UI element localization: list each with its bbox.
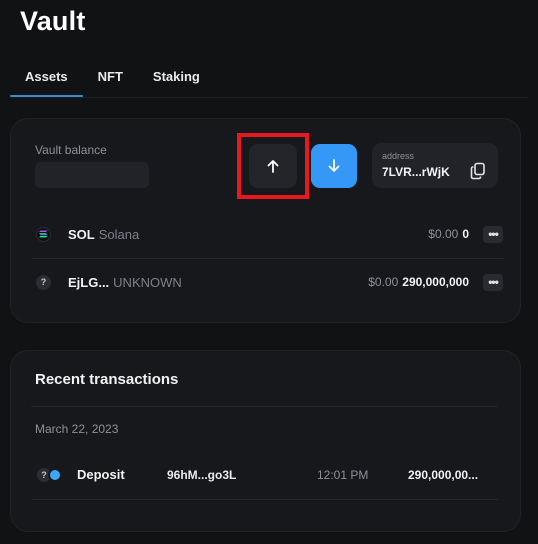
asset-symbol: EjLG... — [68, 274, 110, 290]
tab-staking[interactable]: Staking — [138, 64, 215, 98]
arrow-up-icon — [267, 160, 279, 173]
transaction-address: 96hM...go3L — [167, 468, 237, 482]
unknown-token-icon: ? — [36, 274, 51, 290]
tab-nft[interactable]: NFT — [83, 64, 138, 98]
asset-name: UNKNOWN — [113, 274, 182, 290]
row-divider — [31, 499, 498, 500]
more-options-button[interactable]: ••• — [483, 225, 503, 243]
vault-address[interactable]: address 7LVR...rWjK — [372, 143, 498, 188]
ellipsis-icon: ••• — [488, 227, 499, 241]
receive-button[interactable] — [311, 144, 357, 188]
transaction-token-icons: ? — [37, 468, 67, 483]
asset-symbol: SOL — [68, 226, 95, 242]
recent-transactions-card: Recent transactions March 22, 2023 ? Dep… — [10, 350, 521, 532]
section-divider — [31, 406, 498, 407]
address-label: address — [382, 151, 415, 161]
arrow-down-icon — [328, 159, 340, 172]
transaction-amount: 290,000,00... — [408, 468, 479, 482]
ellipsis-icon: ••• — [488, 275, 499, 289]
asset-amount: 290,000,000 — [402, 275, 469, 289]
tabs-divider — [10, 97, 528, 98]
asset-row-sol[interactable]: SOL Solana $0.00 0 ••• — [31, 211, 503, 257]
transaction-date: March 22, 2023 — [35, 422, 119, 436]
asset-row-unknown[interactable]: ? EjLG... UNKNOWN $0.00 290,000,000 ••• — [31, 259, 503, 305]
network-icon — [48, 468, 62, 482]
asset-usd-value: $0.00 — [368, 275, 399, 289]
recent-transactions-title: Recent transactions — [35, 371, 179, 388]
asset-name: Solana — [98, 226, 140, 242]
send-button[interactable] — [249, 144, 297, 188]
transaction-time: 12:01 PM — [317, 468, 369, 482]
copy-icon[interactable] — [470, 162, 486, 180]
page-title: Vault — [20, 6, 86, 36]
vault-balance-label: Vault balance — [35, 143, 107, 157]
vault-card: Vault balance address 7LVR...rWjK SOL So… — [10, 118, 521, 323]
transaction-row[interactable]: ? Deposit 96hM...go3L 12:01 PM 290,000,0… — [31, 455, 498, 495]
vault-balance-value — [35, 162, 149, 188]
tab-bar: Assets NFT Staking — [10, 64, 528, 98]
transaction-type: Deposit — [77, 467, 125, 482]
asset-amount: 0 — [462, 227, 469, 241]
tab-assets[interactable]: Assets — [10, 64, 83, 98]
address-value: 7LVR...rWjK — [382, 165, 450, 179]
more-options-button[interactable]: ••• — [483, 273, 503, 291]
solana-icon — [36, 226, 51, 242]
asset-usd-value: $0.00 — [428, 227, 459, 241]
